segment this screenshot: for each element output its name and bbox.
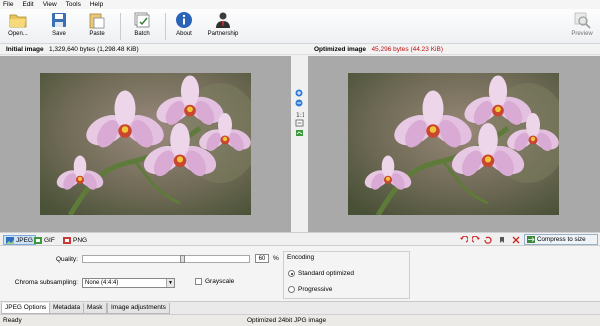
zoom-controls: 1:1 bbox=[291, 56, 308, 232]
gif-format-icon bbox=[34, 236, 42, 244]
menu-tools[interactable]: Tools bbox=[66, 0, 81, 9]
tab-metadata[interactable]: Metadata bbox=[49, 303, 85, 314]
compress-icon bbox=[527, 236, 535, 243]
info-icon bbox=[175, 11, 193, 29]
menu-help[interactable]: Help bbox=[90, 0, 103, 9]
open-button[interactable]: Open... bbox=[3, 11, 33, 43]
folder-icon bbox=[9, 11, 27, 29]
jpeg-options-panel: Quality: 60 % Chroma subsampling: None (… bbox=[0, 246, 600, 301]
save-button[interactable]: Save bbox=[46, 11, 72, 43]
menu-file[interactable]: File bbox=[3, 0, 13, 9]
quality-label: Quality: bbox=[55, 256, 78, 263]
format-png-label: PNG bbox=[73, 236, 88, 244]
fit-window-icon[interactable] bbox=[295, 119, 304, 127]
format-jpeg-label: JPEG bbox=[16, 236, 33, 244]
format-gif-button[interactable]: GIF bbox=[32, 235, 57, 245]
chroma-subsampling-value: None (4:4:4) bbox=[85, 280, 119, 286]
encoding-progressive-radio[interactable] bbox=[288, 286, 295, 293]
batch-button[interactable]: Batch bbox=[128, 11, 156, 43]
paste-label: Paste bbox=[89, 31, 105, 37]
preview-label: Preview bbox=[571, 31, 593, 37]
encoding-standard-radio[interactable] bbox=[288, 270, 295, 277]
batch-icon bbox=[133, 11, 151, 29]
preview-button[interactable]: Preview bbox=[568, 11, 596, 43]
quality-unit: % bbox=[273, 255, 279, 262]
grayscale-checkbox[interactable] bbox=[195, 278, 202, 285]
quality-input[interactable]: 60 bbox=[255, 254, 269, 263]
about-button[interactable]: About bbox=[171, 11, 197, 43]
initial-image-label: Initial image bbox=[6, 46, 44, 53]
compress-to-size-label: Compress to size bbox=[537, 236, 586, 243]
optimized-image-size: 45,296 bytes (44.23 KiB) bbox=[371, 46, 443, 53]
optimized-image-pane[interactable] bbox=[308, 56, 600, 232]
initial-orchid-image bbox=[40, 73, 251, 215]
tab-jpeg-options[interactable]: JPEG Options bbox=[1, 303, 51, 314]
initial-image-size: 1,329,640 bytes (1,298.48 KiB) bbox=[49, 46, 139, 53]
floppy-disk-icon bbox=[50, 11, 68, 29]
encoding-title: Encoding bbox=[287, 254, 315, 261]
bookmark-icon[interactable] bbox=[498, 236, 506, 244]
about-label: About bbox=[176, 31, 192, 37]
status-bar: Ready Optimized 24bit JPG image bbox=[0, 314, 600, 326]
toolbar: Open... Save Paste Batch About Partnersh… bbox=[0, 9, 600, 44]
menu-bar: File Edit View Tools Help bbox=[0, 0, 600, 9]
options-tabs: JPEG Options Metadata Mask Image adjustm… bbox=[0, 301, 600, 314]
encoding-group: Encoding Standard optimized Progressive bbox=[283, 251, 410, 299]
chroma-subsampling-label: Chroma subsampling: bbox=[14, 279, 78, 286]
quality-slider-thumb[interactable] bbox=[180, 255, 185, 263]
paste-button[interactable]: Paste bbox=[83, 11, 111, 43]
redo-icon[interactable] bbox=[472, 236, 480, 244]
image-info-strip: Initial image 1,329,640 bytes (1,298.48 … bbox=[0, 44, 600, 55]
format-png-button[interactable]: PNG bbox=[61, 235, 89, 245]
toolbar-separator bbox=[165, 13, 166, 40]
actual-size-icon[interactable]: 1:1 bbox=[295, 110, 304, 118]
optimized-image-label: Optimized image bbox=[314, 46, 367, 53]
encoding-standard-label: Standard optimized bbox=[298, 270, 355, 277]
sync-view-icon[interactable] bbox=[295, 129, 304, 137]
optimized-image-heading: Optimized image 45,296 bytes (44.23 KiB) bbox=[314, 46, 443, 53]
undo-icon[interactable] bbox=[460, 236, 468, 244]
reset-icon[interactable] bbox=[484, 236, 492, 244]
menu-edit[interactable]: Edit bbox=[22, 0, 33, 9]
initial-image-heading: Initial image 1,329,640 bytes (1,298.48 … bbox=[6, 46, 139, 53]
magnifier-icon bbox=[573, 11, 591, 29]
clipboard-paste-icon bbox=[88, 11, 106, 29]
status-ready: Ready bbox=[3, 317, 22, 324]
svg-text:1:1: 1:1 bbox=[296, 112, 304, 118]
open-label: Open... bbox=[8, 31, 28, 37]
jpeg-format-icon bbox=[6, 236, 14, 244]
png-format-icon bbox=[63, 236, 71, 244]
compress-to-size-button[interactable]: Compress to size bbox=[524, 234, 598, 245]
menu-view[interactable]: View bbox=[43, 0, 57, 9]
chroma-subsampling-select[interactable]: None (4:4:4) ▼ bbox=[82, 278, 175, 288]
format-gif-label: GIF bbox=[44, 236, 55, 244]
grayscale-label: Grayscale bbox=[205, 278, 235, 285]
batch-label: Batch bbox=[134, 31, 150, 37]
zoom-out-icon[interactable] bbox=[295, 99, 304, 107]
initial-image-pane[interactable] bbox=[0, 56, 291, 232]
person-icon bbox=[214, 11, 232, 29]
save-label: Save bbox=[52, 31, 66, 37]
tab-image-adjustments[interactable]: Image adjustments bbox=[107, 303, 170, 314]
partnership-label: Partnership bbox=[207, 31, 239, 37]
optimized-orchid-image bbox=[348, 73, 559, 215]
partnership-button[interactable]: Partnership bbox=[203, 11, 243, 43]
close-icon[interactable] bbox=[512, 236, 520, 244]
status-message: Optimized 24bit JPG image bbox=[247, 317, 327, 324]
encoding-progressive-label: Progressive bbox=[298, 286, 333, 293]
quality-slider[interactable] bbox=[82, 255, 250, 263]
toolbar-separator bbox=[120, 13, 121, 40]
format-bar: JPEG GIF PNG Compress to size bbox=[0, 232, 600, 246]
tab-mask[interactable]: Mask bbox=[83, 303, 107, 314]
chevron-down-icon: ▼ bbox=[166, 279, 174, 287]
zoom-in-icon[interactable] bbox=[295, 89, 304, 97]
